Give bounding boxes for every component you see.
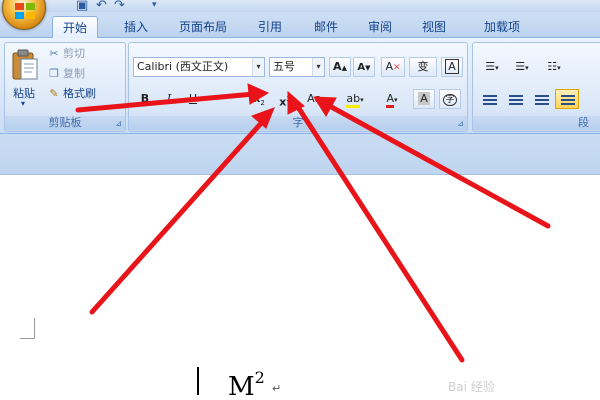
ribbon-lower-band — [0, 134, 600, 174]
tab-insert[interactable]: 插入 — [116, 16, 156, 38]
customize-quick-access-icon[interactable]: ▾ — [152, 0, 157, 10]
font-name-select[interactable]: Calibri (西文正文) ▾ — [133, 57, 265, 77]
underline-button[interactable]: U — [183, 89, 203, 109]
clipboard-group-label: 剪贴板 — [5, 116, 125, 130]
justify-button[interactable] — [555, 89, 579, 109]
tab-references[interactable]: 引用 — [250, 16, 290, 38]
ribbon-tabs: 开始 插入 页面布局 引用 邮件 审阅 视图 加载项 — [0, 12, 600, 38]
character-shading-button[interactable]: A — [413, 89, 435, 109]
tab-page-layout[interactable]: 页面布局 — [170, 16, 236, 38]
grow-font-button[interactable]: A▲ — [329, 57, 351, 77]
tab-home[interactable]: 开始 — [52, 16, 98, 38]
clipboard-launcher-icon[interactable]: ⊿ — [115, 119, 122, 128]
watermark: Bai 经验 — [448, 380, 495, 394]
justify-icon — [561, 95, 575, 105]
document-area[interactable] — [0, 174, 600, 400]
clipboard-group: 粘贴 ▾ ✂ 剪切 ❐ 复制 ✎ 格式刷 剪贴板 ⊿ — [4, 42, 126, 132]
text-cursor — [197, 367, 199, 395]
multilevel-list-button[interactable]: ☷▾ — [539, 57, 569, 77]
scissors-icon: ✂ — [49, 47, 59, 60]
paste-dropdown-icon[interactable]: ▾ — [21, 99, 25, 108]
format-painter-button[interactable]: ✎ 格式刷 — [47, 85, 96, 103]
align-right-button[interactable] — [529, 89, 553, 109]
font-launcher-icon[interactable]: ⊿ — [457, 119, 464, 128]
chevron-down-icon: ▾ — [312, 58, 324, 76]
document-text[interactable]: M2 — [228, 368, 265, 400]
font-color-button[interactable]: A▾ — [377, 89, 407, 109]
office-logo-icon — [15, 3, 35, 19]
clear-format-button[interactable]: A✕ — [381, 57, 405, 77]
margin-corner-mark-h — [20, 338, 35, 339]
tab-mailings[interactable]: 邮件 — [306, 16, 346, 38]
align-right-icon — [535, 95, 549, 105]
superscript-button[interactable]: x2 — [275, 89, 295, 109]
paste-icon[interactable] — [11, 49, 39, 81]
paragraph-group: ☰▾ ☰▾ ☷▾ 段 — [472, 42, 600, 132]
paragraph-group-label: 段 — [473, 116, 600, 130]
font-group-label: 字 — [129, 116, 467, 130]
change-case-button[interactable]: Aa▾ — [301, 89, 331, 109]
paragraph-mark: ↵ — [272, 382, 282, 395]
numbering-button[interactable]: ☰▾ — [509, 57, 535, 77]
align-center-icon — [509, 95, 523, 105]
align-left-button[interactable] — [477, 89, 501, 109]
margin-corner-mark — [34, 318, 35, 338]
bold-button[interactable]: B — [135, 89, 155, 109]
copy-icon: ❐ — [49, 67, 59, 80]
bullets-button[interactable]: ☰▾ — [479, 57, 505, 77]
font-group: Calibri (西文正文) ▾ 五号 ▾ A▲ A▼ A✕ 变 A B I U x… — [128, 42, 468, 132]
tab-addins[interactable]: 加载项 — [474, 16, 530, 38]
font-color-icon: A — [386, 92, 394, 108]
highlighter-icon: ab — [346, 92, 361, 108]
font-size-select[interactable]: 五号 ▾ — [269, 57, 325, 77]
align-center-button[interactable] — [503, 89, 527, 109]
italic-button[interactable]: I — [159, 89, 179, 109]
ribbon: 粘贴 ▾ ✂ 剪切 ❐ 复制 ✎ 格式刷 剪贴板 ⊿ Calibri (西文正文) ▾ … — [0, 38, 600, 134]
tab-view[interactable]: 视图 — [414, 16, 454, 38]
title-bar: ▣ ↶ ↷ ▾ — [0, 0, 600, 13]
enclose-characters-button[interactable]: 字 — [439, 89, 461, 109]
shrink-font-button[interactable]: A▼ — [353, 57, 375, 77]
highlight-button[interactable]: ab▾ — [339, 89, 371, 109]
tab-review[interactable]: 审阅 — [360, 16, 400, 38]
chevron-down-icon: ▾ — [252, 58, 264, 76]
phonetic-guide-button[interactable]: 变 — [409, 57, 437, 77]
subscript-button[interactable]: x2 — [249, 89, 269, 109]
copy-button[interactable]: ❐ 复制 — [47, 65, 85, 83]
align-left-icon — [483, 95, 497, 105]
character-border-button[interactable]: A — [441, 57, 463, 77]
superscript-text: 2 — [254, 368, 265, 387]
brush-icon: ✎ — [49, 87, 59, 100]
cut-button[interactable]: ✂ 剪切 — [47, 45, 85, 63]
